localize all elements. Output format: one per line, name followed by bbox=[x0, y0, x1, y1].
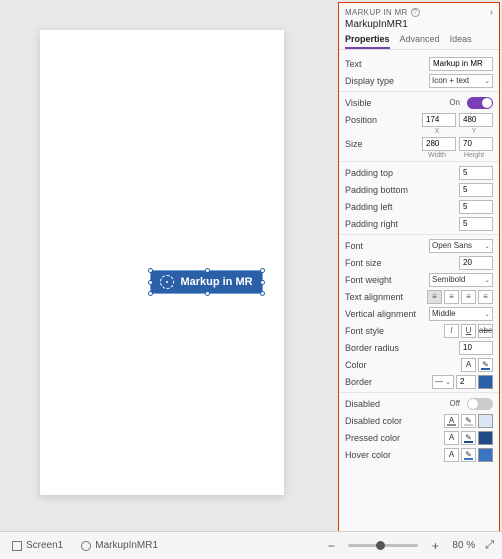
fontsize-input[interactable] bbox=[459, 256, 493, 270]
padleft-label: Padding left bbox=[345, 202, 455, 212]
fill-color-icon[interactable]: ✎ bbox=[478, 358, 493, 372]
fontstyle-label: Font style bbox=[345, 326, 440, 336]
vertalign-select[interactable]: Middle⌄ bbox=[429, 307, 493, 321]
padright-label: Padding right bbox=[345, 219, 455, 229]
position-y-input[interactable] bbox=[459, 113, 493, 127]
border-width-input[interactable] bbox=[456, 375, 476, 389]
fontweight-select[interactable]: Semibold⌄ bbox=[429, 273, 493, 287]
canvas-area: Markup in MR bbox=[0, 0, 336, 530]
panel-header-title: MARKUP IN MR bbox=[345, 8, 408, 17]
resize-handle[interactable] bbox=[205, 268, 210, 273]
align-center-icon[interactable]: ≡ bbox=[444, 290, 459, 304]
component-label: Markup in MR bbox=[180, 276, 252, 288]
displaytype-select[interactable]: Icon + text⌄ bbox=[429, 74, 493, 88]
border-label: Border bbox=[345, 377, 428, 387]
padright-input[interactable] bbox=[459, 217, 493, 231]
resize-handle[interactable] bbox=[205, 291, 210, 296]
mr-icon bbox=[160, 275, 174, 289]
resize-handle[interactable] bbox=[148, 291, 153, 296]
properties-panel: MARKUP IN MR ? › MarkupInMR1 Properties … bbox=[338, 2, 500, 557]
text-label: Text bbox=[345, 59, 425, 69]
collapse-icon[interactable]: › bbox=[490, 7, 493, 17]
markup-in-mr-component[interactable]: Markup in MR bbox=[150, 270, 263, 294]
chevron-down-icon: ⌄ bbox=[484, 242, 490, 250]
position-label: Position bbox=[345, 115, 418, 125]
padbot-input[interactable] bbox=[459, 183, 493, 197]
fontsize-label: Font size bbox=[345, 258, 455, 268]
disabled-state: Off bbox=[449, 399, 460, 408]
breadcrumb-selected[interactable]: MarkupInMR1 bbox=[77, 540, 162, 551]
visible-toggle[interactable] bbox=[467, 97, 493, 109]
font-label: Font bbox=[345, 241, 425, 251]
property-tabs: Properties Advanced Ideas bbox=[339, 32, 499, 50]
borderradius-input[interactable] bbox=[459, 341, 493, 355]
padtop-input[interactable] bbox=[459, 166, 493, 180]
tab-ideas[interactable]: Ideas bbox=[450, 32, 472, 49]
padtop-label: Padding top bbox=[345, 168, 455, 178]
fill-color-icon[interactable]: ✎ bbox=[461, 448, 476, 462]
size-w-input[interactable] bbox=[422, 137, 456, 151]
resize-handle[interactable] bbox=[148, 280, 153, 285]
border-style-select[interactable]: —⌄ bbox=[432, 375, 454, 389]
tab-properties[interactable]: Properties bbox=[345, 32, 390, 49]
color-swatch[interactable] bbox=[478, 431, 493, 445]
strike-icon[interactable]: abc bbox=[478, 324, 493, 338]
underline-icon[interactable]: U bbox=[461, 324, 476, 338]
borderradius-label: Border radius bbox=[345, 343, 455, 353]
chevron-down-icon: ⌄ bbox=[484, 276, 490, 284]
zoom-slider[interactable] bbox=[348, 544, 418, 547]
align-right-icon[interactable]: ≡ bbox=[461, 290, 476, 304]
disabled-label: Disabled bbox=[345, 399, 445, 409]
object-name: MarkupInMR1 bbox=[339, 19, 499, 32]
text-color-icon[interactable]: A bbox=[444, 414, 459, 428]
font-select[interactable]: Open Sans⌄ bbox=[429, 239, 493, 253]
chevron-down-icon: ⌄ bbox=[484, 77, 490, 85]
italic-icon[interactable]: I bbox=[444, 324, 459, 338]
resize-handle[interactable] bbox=[260, 280, 265, 285]
align-left-icon[interactable]: ≡ bbox=[427, 290, 442, 304]
pressedcolor-label: Pressed color bbox=[345, 433, 440, 443]
position-x-input[interactable] bbox=[422, 113, 456, 127]
resize-handle[interactable] bbox=[148, 268, 153, 273]
help-icon[interactable]: ? bbox=[411, 8, 420, 17]
artboard[interactable]: Markup in MR bbox=[40, 30, 284, 495]
text-color-icon[interactable]: A bbox=[444, 431, 459, 445]
visible-state: On bbox=[449, 98, 460, 107]
component-icon bbox=[81, 541, 91, 551]
color-swatch[interactable] bbox=[478, 414, 493, 428]
resize-handle[interactable] bbox=[260, 268, 265, 273]
border-color-swatch[interactable] bbox=[478, 375, 493, 389]
statusbar: Screen1 MarkupInMR1 − + 80 % ⤢ bbox=[0, 531, 502, 559]
fill-color-icon[interactable]: ✎ bbox=[461, 414, 476, 428]
color-swatch[interactable] bbox=[478, 448, 493, 462]
padbot-label: Padding bottom bbox=[345, 185, 455, 195]
padleft-input[interactable] bbox=[459, 200, 493, 214]
text-color-icon[interactable]: A bbox=[444, 448, 459, 462]
hovercolor-label: Hover color bbox=[345, 450, 440, 460]
text-color-icon[interactable]: A bbox=[461, 358, 476, 372]
visible-label: Visible bbox=[345, 98, 445, 108]
screen-icon bbox=[12, 541, 22, 551]
breadcrumb-screen[interactable]: Screen1 bbox=[8, 540, 67, 551]
fill-color-icon[interactable]: ✎ bbox=[461, 431, 476, 445]
text-input[interactable] bbox=[429, 57, 493, 71]
size-h-input[interactable] bbox=[459, 137, 493, 151]
fontweight-label: Font weight bbox=[345, 275, 425, 285]
disabled-toggle[interactable] bbox=[467, 398, 493, 410]
align-justify-icon[interactable]: ≡ bbox=[478, 290, 493, 304]
tab-advanced[interactable]: Advanced bbox=[400, 32, 440, 49]
size-label: Size bbox=[345, 139, 418, 149]
resize-handle[interactable] bbox=[260, 291, 265, 296]
zoom-out-button[interactable]: − bbox=[324, 539, 338, 553]
fit-to-screen-icon[interactable]: ⤢ bbox=[485, 539, 494, 552]
disabledcolor-label: Disabled color bbox=[345, 416, 440, 426]
textalign-label: Text alignment bbox=[345, 292, 423, 302]
vertalign-label: Vertical alignment bbox=[345, 309, 425, 319]
displaytype-label: Display type bbox=[345, 76, 425, 86]
color-label: Color bbox=[345, 360, 457, 370]
chevron-down-icon: ⌄ bbox=[484, 310, 490, 318]
zoom-in-button[interactable]: + bbox=[428, 539, 442, 553]
zoom-value: 80 % bbox=[452, 540, 475, 551]
